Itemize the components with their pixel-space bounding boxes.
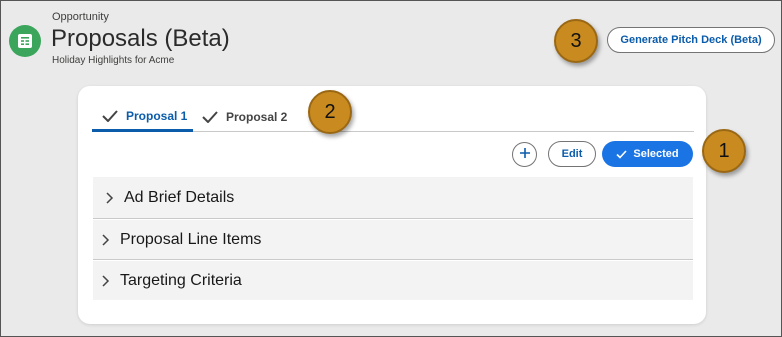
tab-proposal-2[interactable]: Proposal 2 xyxy=(202,102,287,132)
section-ad-brief-details[interactable]: Ad Brief Details xyxy=(93,177,693,219)
plus-icon xyxy=(519,146,531,164)
section-targeting-criteria[interactable]: Targeting Criteria xyxy=(93,261,693,300)
selected-button[interactable]: Selected xyxy=(602,141,693,167)
app-frame: Opportunity Proposals (Beta) Holiday Hig… xyxy=(0,0,782,337)
proposal-tabs: Proposal 1 Proposal 2 xyxy=(92,102,694,132)
chevron-right-icon xyxy=(102,233,110,246)
section-label: Ad Brief Details xyxy=(124,188,235,206)
callout-badge-3: 3 xyxy=(554,19,598,63)
page-subtitle: Holiday Highlights for Acme xyxy=(52,55,175,66)
chevron-right-icon xyxy=(106,191,114,204)
object-label: Opportunity xyxy=(52,11,109,23)
section-proposal-line-items[interactable]: Proposal Line Items xyxy=(93,220,693,260)
check-icon xyxy=(102,109,118,122)
check-icon xyxy=(616,149,627,159)
selected-label: Selected xyxy=(633,148,679,160)
record-icon xyxy=(9,25,41,57)
callout-badge-2: 2 xyxy=(308,90,352,134)
proposal-card: Proposal 1 Proposal 2 Edit Selected Ad B… xyxy=(78,86,706,324)
check-icon xyxy=(202,111,218,123)
generate-pitch-deck-button[interactable]: Generate Pitch Deck (Beta) xyxy=(607,27,775,53)
chevron-right-icon xyxy=(102,274,110,287)
tab-label: Proposal 1 xyxy=(126,108,188,123)
add-proposal-button[interactable] xyxy=(512,142,537,167)
section-label: Proposal Line Items xyxy=(120,230,262,248)
tab-proposal-1[interactable]: Proposal 1 xyxy=(92,102,193,132)
page-title: Proposals (Beta) xyxy=(51,25,230,52)
callout-badge-1: 1 xyxy=(702,129,746,173)
section-label: Targeting Criteria xyxy=(120,271,242,289)
tab-label: Proposal 2 xyxy=(226,110,288,124)
edit-button[interactable]: Edit xyxy=(548,141,596,167)
